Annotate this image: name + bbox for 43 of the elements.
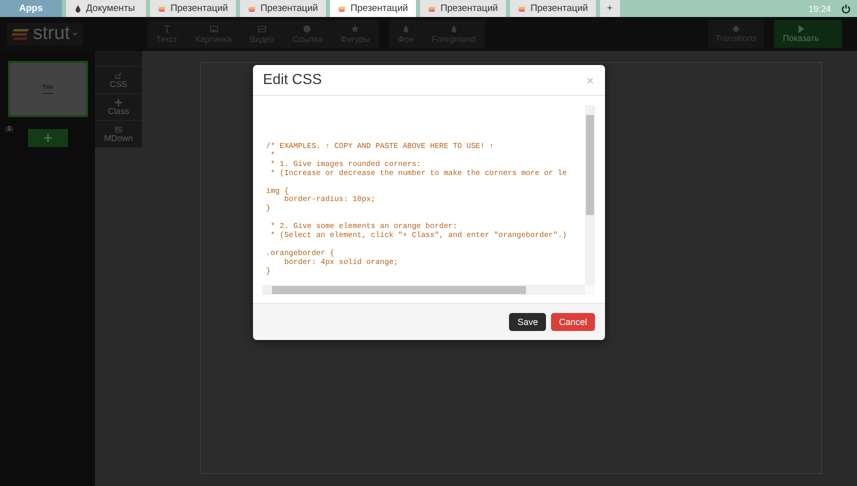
side-tool-button[interactable]: CSS: [95, 67, 142, 94]
horizontal-scrollbar[interactable]: [262, 285, 585, 295]
stripes-logo-icon: [338, 4, 346, 12]
save-button[interactable]: Save: [509, 313, 546, 331]
browser-tab[interactable]: Презентаций: [150, 0, 236, 17]
stripes-logo-icon: [158, 4, 166, 12]
power-icon[interactable]: [841, 4, 851, 14]
cancel-button[interactable]: Cancel: [550, 313, 595, 331]
browser-tab[interactable]: Презентаций: [240, 0, 326, 17]
plus-icon: [115, 98, 122, 106]
stripes-logo-icon: [11, 27, 31, 41]
dot-icon: [733, 26, 739, 32]
browser-tab[interactable]: Презентаций: [510, 0, 596, 17]
new-tab-button[interactable]: +: [600, 0, 620, 17]
clock-time: 19:24: [808, 4, 831, 14]
side-tool-button[interactable]: MDown: [95, 121, 142, 148]
app-logo-button[interactable]: strut: [7, 23, 83, 45]
dropdown-toggle-button[interactable]: [828, 20, 842, 48]
image-icon: [210, 24, 218, 32]
film-icon: [258, 24, 266, 32]
drop-icon: [402, 24, 410, 32]
browser-tab[interactable]: Презентаций: [420, 0, 506, 17]
browser-tab[interactable]: Документы: [66, 0, 146, 17]
stripes-logo-icon: [518, 4, 526, 12]
vertical-scrollbar[interactable]: [585, 105, 595, 285]
side-tool-button[interactable]: Class: [95, 94, 142, 121]
browser-tab[interactable]: Презентаций: [330, 0, 416, 17]
add-slide-button[interactable]: [28, 129, 68, 147]
markdown-icon: [115, 126, 122, 132]
present-button[interactable]: Показать: [774, 20, 828, 48]
browser-tab[interactable]: Apps: [0, 0, 62, 17]
stripes-logo-icon: [428, 4, 436, 12]
text-line: [42, 92, 52, 94]
text-cursor-icon: [162, 24, 171, 32]
drop-icon: [74, 4, 82, 12]
dialog-title: Edit CSS: [263, 72, 322, 88]
plus-icon: [44, 134, 52, 142]
edit-icon: [115, 72, 122, 78]
play-icon: [797, 25, 805, 33]
star-icon: [351, 24, 360, 32]
stripes-logo-icon: [248, 4, 256, 12]
drop-icon: [450, 24, 458, 32]
close-button[interactable]: ×: [584, 72, 596, 88]
